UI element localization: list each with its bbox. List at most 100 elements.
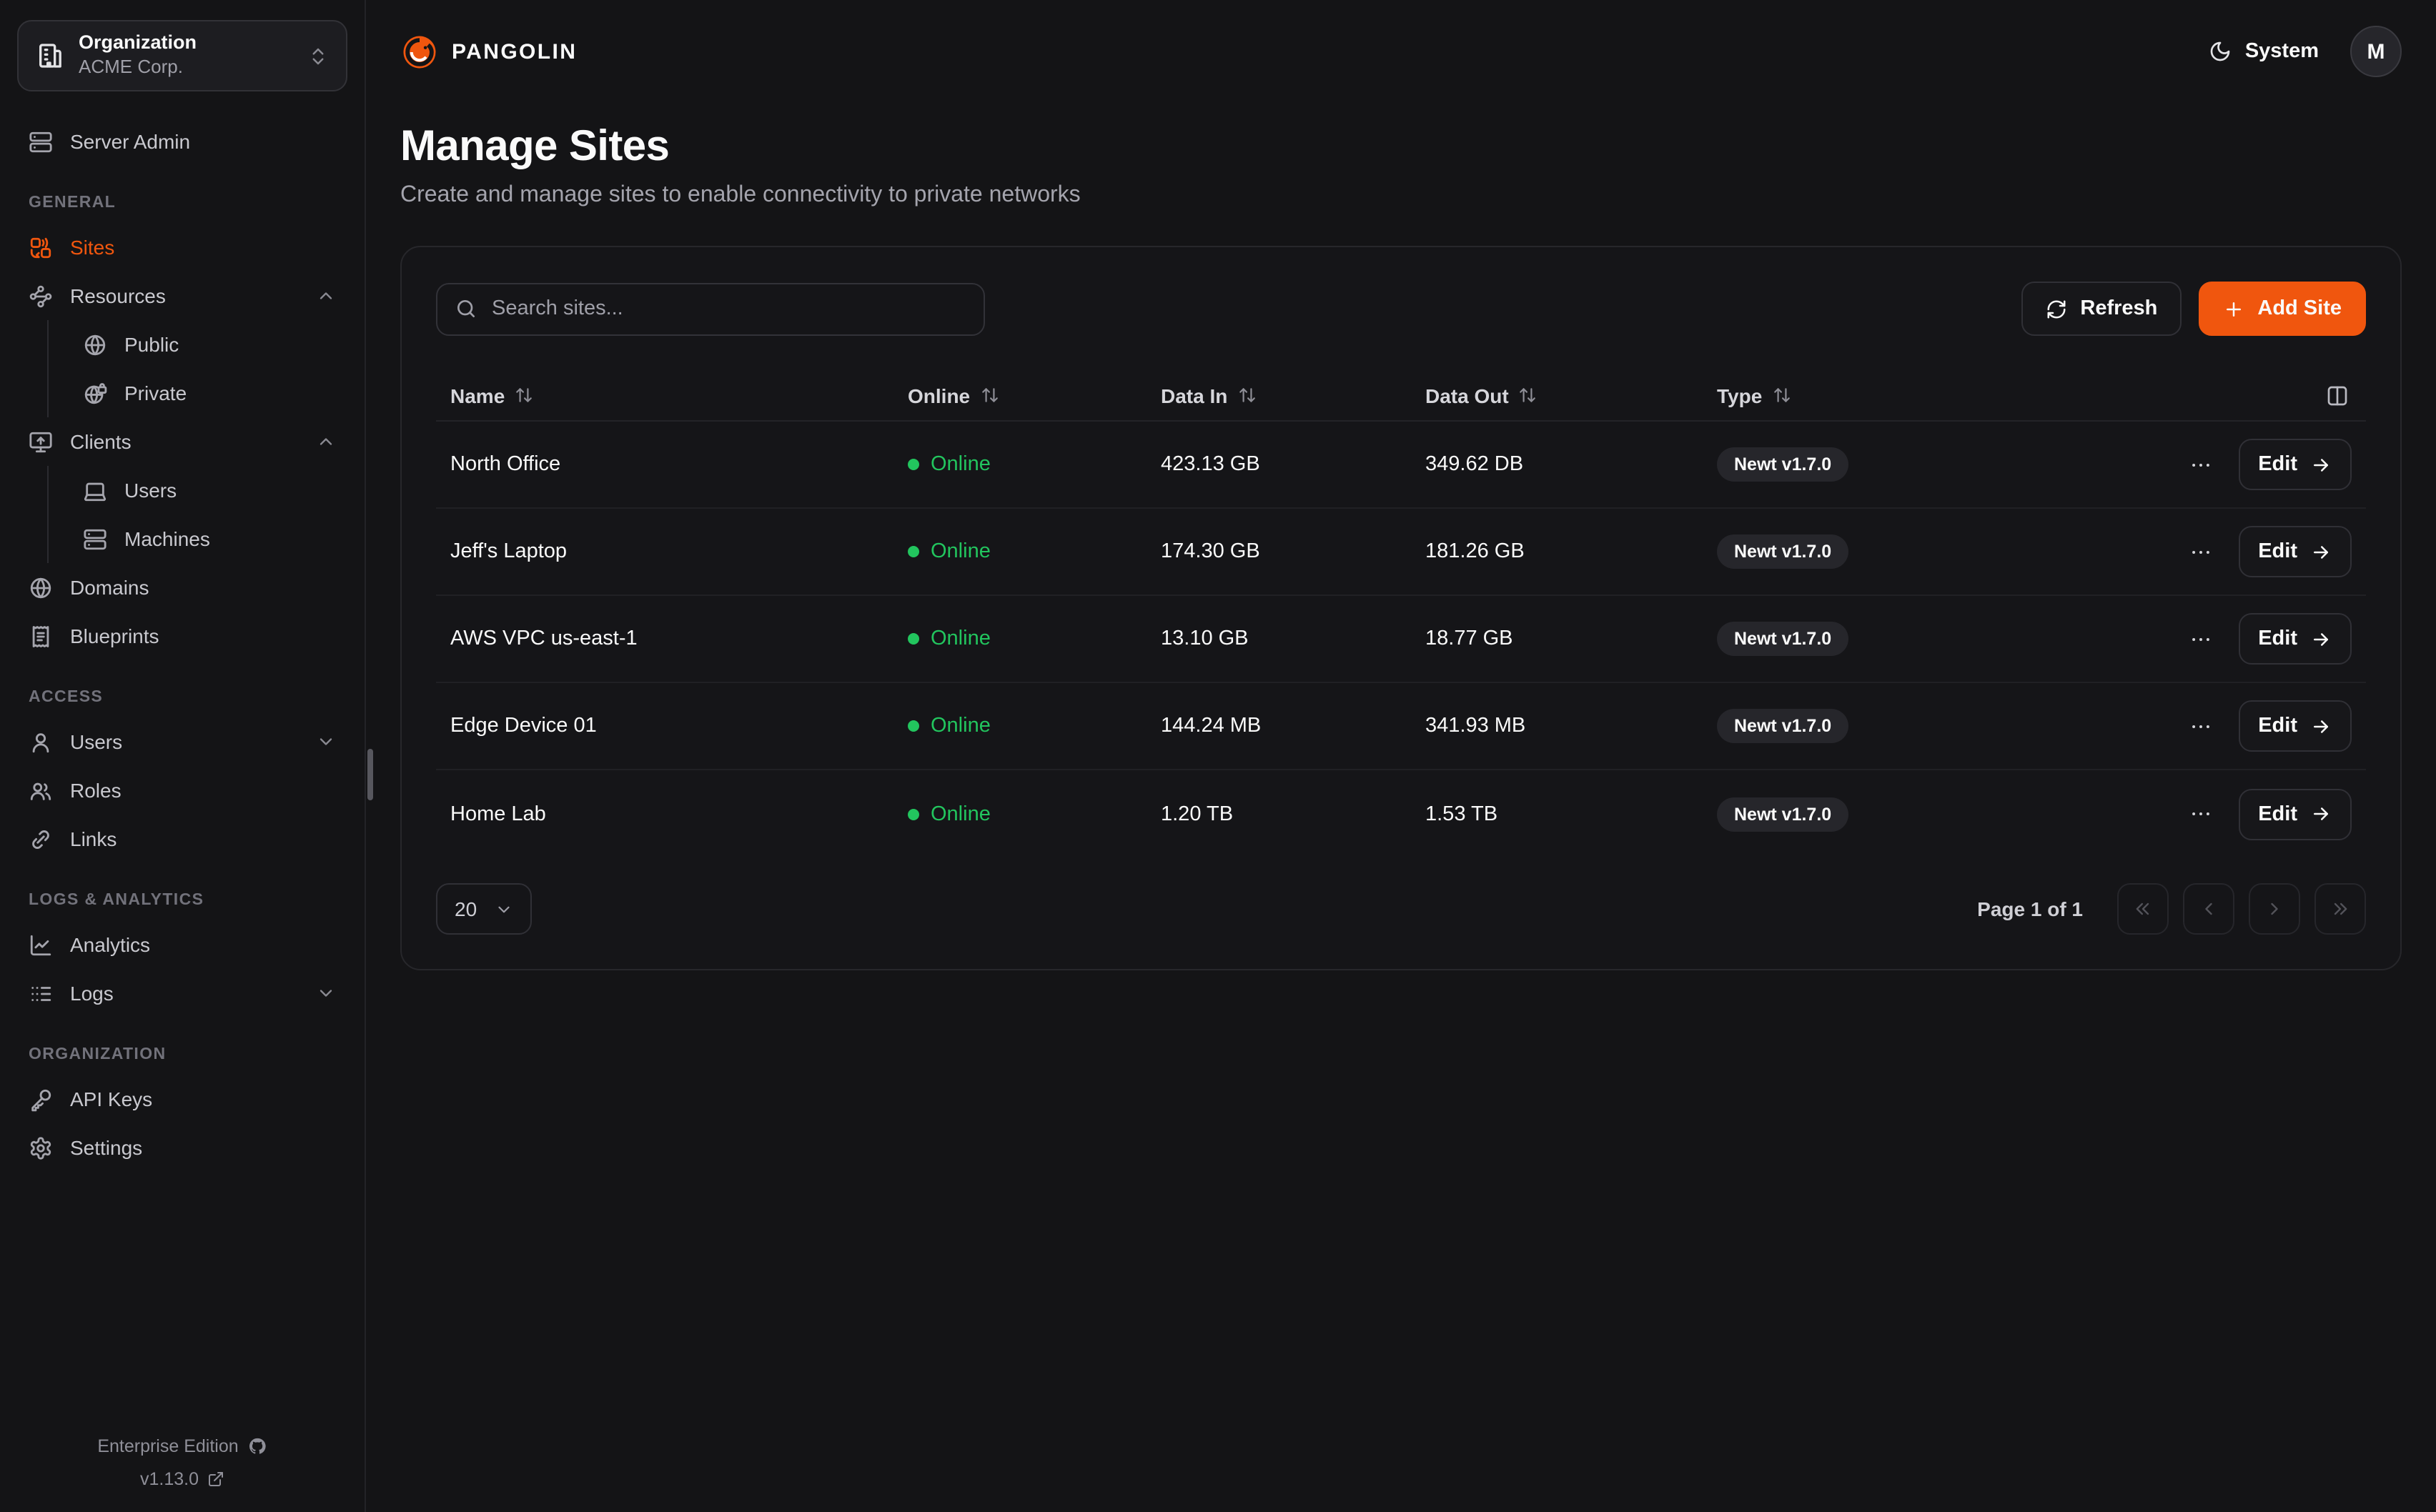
sidebar-item-clients[interactable]: Clients — [17, 417, 347, 466]
monitor-up-icon — [29, 429, 53, 454]
edit-label: Edit — [2258, 453, 2297, 476]
page-size-value: 20 — [455, 897, 477, 920]
sidebar-item-server-admin[interactable]: Server Admin — [17, 117, 347, 166]
sidebar-item-blueprints[interactable]: Blueprints — [17, 612, 347, 660]
sidebar-item-public[interactable]: Public — [71, 320, 347, 369]
add-site-label: Add Site — [2257, 297, 2342, 320]
sidebar-item-api-keys[interactable]: API Keys — [17, 1075, 347, 1123]
sort-icon — [980, 386, 999, 404]
sidebar-item-settings[interactable]: Settings — [17, 1123, 347, 1172]
site-status: Online — [908, 802, 1161, 825]
avatar[interactable]: M — [2350, 26, 2402, 77]
row-menu-button[interactable] — [2182, 796, 2218, 832]
site-status: Online — [908, 453, 1161, 476]
theme-toggle[interactable]: System — [2209, 40, 2319, 63]
waypoints-icon — [29, 284, 53, 308]
section-organization: ORGANIZATION — [29, 1046, 336, 1063]
sidebar-item-label: Public — [124, 333, 179, 356]
site-name: Home Lab — [450, 802, 908, 825]
github-icon[interactable] — [247, 1437, 267, 1457]
main-content: PANGOLIN System M Manage Sites Create an… — [366, 0, 2436, 1512]
sidebar-item-analytics[interactable]: Analytics — [17, 920, 347, 969]
chevrons-up-down-icon — [307, 45, 329, 66]
user-icon — [29, 730, 53, 754]
arrow-right-icon — [2310, 628, 2332, 650]
org-text: Organization ACME Corp. — [79, 32, 293, 79]
edit-button[interactable]: Edit — [2238, 613, 2352, 665]
refresh-button[interactable]: Refresh — [2021, 282, 2182, 336]
sort-icon — [1237, 386, 1256, 404]
sidebar-item-label: Links — [70, 827, 117, 850]
toolbar-actions: Refresh Add Site — [2021, 282, 2366, 336]
edit-button[interactable]: Edit — [2238, 700, 2352, 752]
resources-subnav: Public Private — [47, 320, 347, 417]
globe-icon — [83, 332, 107, 357]
edit-button[interactable]: Edit — [2238, 439, 2352, 490]
first-page-button[interactable] — [2117, 883, 2169, 935]
key-icon — [29, 1087, 53, 1111]
column-header-name[interactable]: Name — [450, 384, 908, 407]
sidebar-item-logs[interactable]: Logs — [17, 969, 347, 1018]
sidebar-item-domains[interactable]: Domains — [17, 563, 347, 612]
org-label: Organization — [79, 32, 293, 56]
edit-label: Edit — [2258, 802, 2297, 825]
column-label: Name — [450, 384, 505, 407]
pager-buttons — [2117, 883, 2366, 935]
row-menu-button[interactable] — [2182, 621, 2218, 657]
sidebar-item-roles[interactable]: Roles — [17, 766, 347, 815]
page-size-select[interactable]: 20 — [436, 883, 531, 935]
edit-button[interactable]: Edit — [2238, 526, 2352, 577]
sort-icon — [515, 386, 533, 404]
sidebar-item-machines[interactable]: Machines — [71, 514, 347, 563]
online-dot-icon — [908, 546, 919, 557]
org-switcher[interactable]: Organization ACME Corp. — [17, 20, 347, 91]
edit-label: Edit — [2258, 715, 2297, 737]
site-name: AWS VPC us-east-1 — [450, 627, 908, 650]
sidebar-item-links[interactable]: Links — [17, 815, 347, 863]
search-box — [436, 282, 985, 335]
last-page-button[interactable] — [2314, 883, 2366, 935]
row-menu-button[interactable] — [2182, 708, 2218, 744]
site-data-out: 1.53 TB — [1425, 802, 1717, 825]
column-header-data-out[interactable]: Data Out — [1425, 384, 1717, 407]
page-subtitle: Create and manage sites to enable connec… — [400, 183, 2402, 209]
row-menu-button[interactable] — [2182, 447, 2218, 482]
sidebar-item-resources[interactable]: Resources — [17, 272, 347, 320]
chevron-up-icon — [316, 432, 336, 452]
avatar-initial: M — [2367, 39, 2385, 64]
pangolin-logo-icon — [400, 32, 439, 71]
search-input[interactable] — [492, 297, 966, 320]
column-header-online[interactable]: Online — [908, 384, 1161, 407]
page-head: Manage Sites Create and manage sites to … — [400, 123, 2402, 209]
sidebar-item-label: Users — [124, 479, 177, 502]
online-dot-icon — [908, 459, 919, 470]
sidebar-item-client-users[interactable]: Users — [71, 466, 347, 514]
sidebar-item-private[interactable]: Private — [71, 369, 347, 417]
table-row: Jeff's Laptop Online 174.30 GB 181.26 GB… — [436, 509, 2366, 596]
chevron-down-icon — [316, 983, 336, 1003]
add-site-button[interactable]: Add Site — [2199, 282, 2366, 336]
table-row: North Office Online 423.13 GB 349.62 DB … — [436, 422, 2366, 509]
table-body: North Office Online 423.13 GB 349.62 DB … — [436, 422, 2366, 857]
online-dot-icon — [908, 633, 919, 645]
edit-button[interactable]: Edit — [2238, 788, 2352, 840]
column-header-data-in[interactable]: Data In — [1161, 384, 1425, 407]
row-menu-button[interactable] — [2182, 534, 2218, 570]
sidebar-item-users[interactable]: Users — [17, 717, 347, 766]
version-label[interactable]: v1.13.0 — [140, 1463, 199, 1495]
site-name: Edge Device 01 — [450, 715, 908, 737]
column-header-type[interactable]: Type — [1717, 384, 2066, 407]
prev-page-button[interactable] — [2183, 883, 2234, 935]
sort-icon — [1519, 386, 1538, 404]
external-link-icon[interactable] — [207, 1471, 224, 1488]
sidebar-item-label: Server Admin — [70, 130, 190, 153]
next-page-button[interactable] — [2249, 883, 2300, 935]
type-badge: Newt v1.7.0 — [1717, 797, 1848, 831]
pager-right: Page 1 of 1 — [1977, 883, 2366, 935]
sites-table: Name Online Data In Data Out — [436, 370, 2366, 857]
sidebar-item-sites[interactable]: Sites — [17, 223, 347, 272]
column-toggle-button[interactable] — [2323, 381, 2352, 409]
building-icon — [36, 41, 64, 70]
column-label: Type — [1717, 384, 1762, 407]
brand[interactable]: PANGOLIN — [400, 32, 577, 71]
